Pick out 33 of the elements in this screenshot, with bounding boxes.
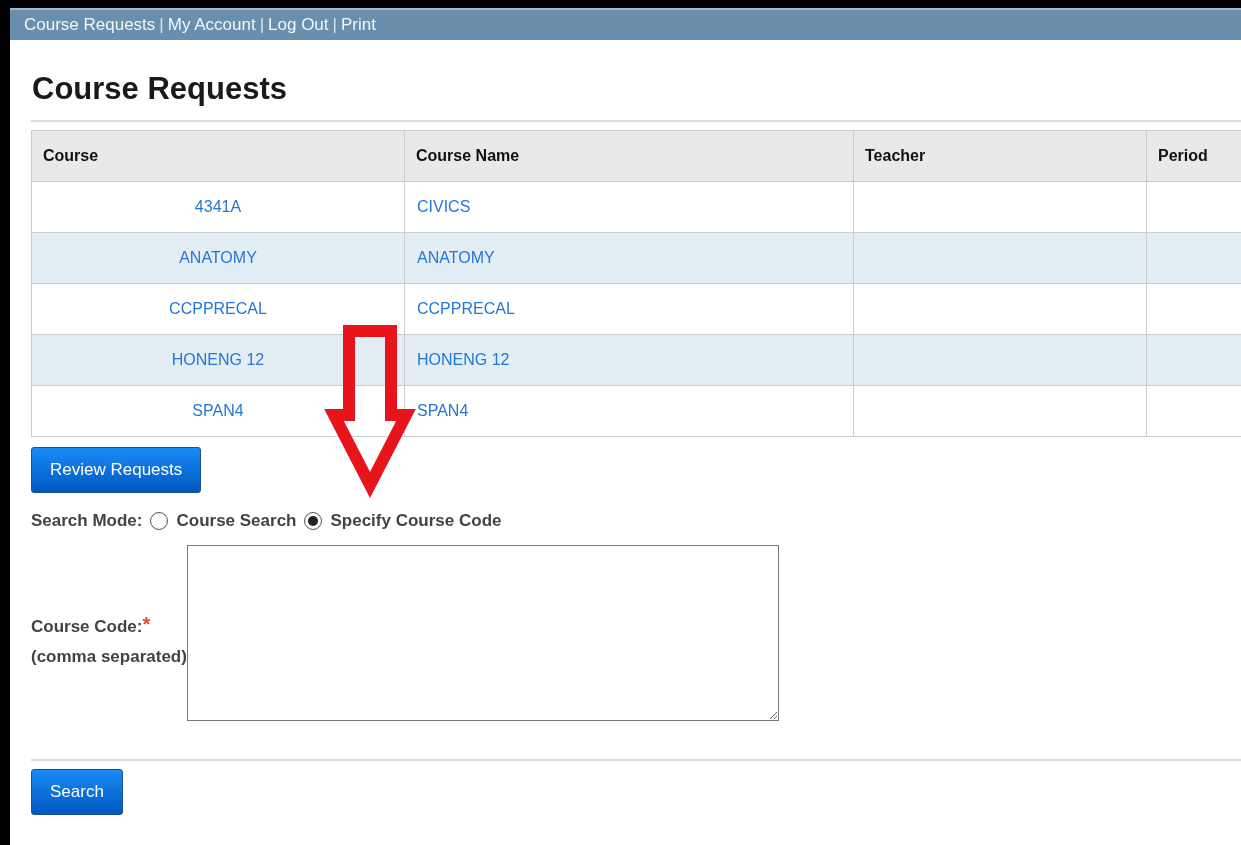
review-requests-button[interactable]: Review Requests (31, 447, 202, 493)
column-header: Course (31, 130, 405, 182)
search-mode-label: Search Mode: (31, 511, 143, 531)
course-link[interactable]: 4341A (194, 198, 242, 215)
nav-link[interactable]: Log Out (268, 15, 329, 35)
separator: | (159, 15, 164, 35)
field-label: Course Code: (31, 617, 143, 637)
required-mark: * (142, 617, 151, 631)
course-link[interactable]: CCPPRECAL (417, 300, 515, 317)
field-hint: (comma separated) (31, 647, 187, 667)
separator: | (332, 15, 337, 35)
course-link[interactable]: HONENG 12 (171, 351, 265, 368)
course-link[interactable]: SPAN4 (417, 402, 469, 419)
column-header: Period (1146, 130, 1241, 182)
course-code-field[interactable] (186, 545, 779, 721)
course-link[interactable]: CIVICS (417, 198, 471, 215)
search-button[interactable]: Search (31, 769, 123, 815)
nav-link[interactable]: My Account (167, 15, 256, 35)
nav-link[interactable]: Print (341, 15, 376, 35)
radio-label[interactable]: Specify Course Code (330, 511, 502, 531)
page-title: Course Requests (31, 70, 288, 108)
course-link[interactable]: ANATOMY (179, 249, 257, 266)
course-link[interactable]: SPAN4 (192, 402, 244, 419)
course-link[interactable]: HONENG 12 (417, 351, 510, 368)
nav-link[interactable]: Course Requests (24, 15, 156, 35)
radio-button[interactable] (150, 512, 169, 530)
column-header: Course Name (404, 130, 854, 182)
course-link[interactable]: CCPPRECAL (169, 300, 267, 317)
radio-button[interactable] (304, 512, 323, 530)
separator: | (259, 15, 265, 35)
course-link[interactable]: ANATOMY (417, 249, 495, 266)
radio-label[interactable]: Course Search (176, 511, 297, 531)
column-header: Teacher (853, 130, 1147, 182)
